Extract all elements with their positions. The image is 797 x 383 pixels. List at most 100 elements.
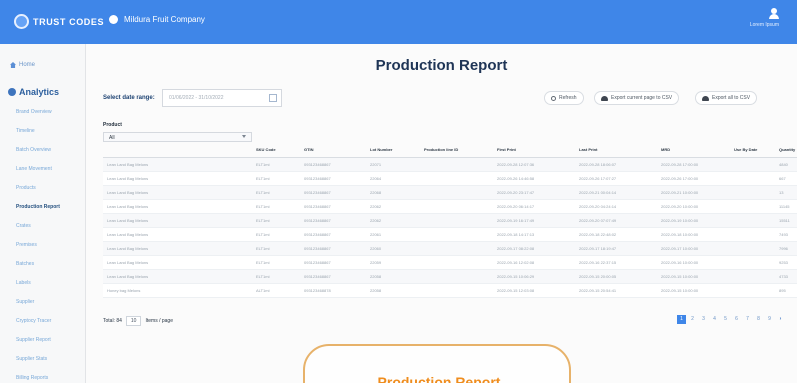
table-column-header[interactable]: Production line ID bbox=[420, 143, 493, 158]
table-cell bbox=[730, 227, 775, 242]
export-current-page-button[interactable]: Export current page to CSV bbox=[594, 91, 680, 105]
table-cell: ELT1mi bbox=[252, 157, 300, 172]
page-button[interactable]: 8 bbox=[754, 315, 763, 324]
sidebar-item[interactable]: Batches bbox=[16, 261, 84, 280]
table-row[interactable]: Honey bag Melons ALT1mi 093123468878 22058 2… bbox=[103, 283, 797, 298]
user-icon bbox=[769, 8, 779, 19]
table-cell: 093123468867 bbox=[300, 227, 366, 242]
sidebar-item[interactable]: Cryptocy Tracer bbox=[16, 318, 84, 337]
sidebar-item[interactable]: Timeline bbox=[16, 128, 84, 147]
sidebar-item[interactable]: Brand Overview bbox=[16, 109, 84, 128]
page-button[interactable]: 1 bbox=[677, 315, 686, 324]
items-per-page-select[interactable]: 10 bbox=[125, 316, 142, 326]
table-cell: 2022-09-20 06:14:17 bbox=[493, 199, 575, 214]
sidebar-item[interactable]: Supplier Report bbox=[16, 337, 84, 356]
table-column-header[interactable]: Quantity bbox=[775, 143, 797, 158]
sidebar-item[interactable]: Supplier bbox=[16, 299, 84, 318]
sidebar-item[interactable]: Billing Reports bbox=[16, 375, 84, 383]
page-button[interactable]: 5 bbox=[721, 315, 730, 324]
sidebar-item[interactable]: Products bbox=[16, 185, 84, 204]
sidebar-item[interactable]: Lane Movement bbox=[16, 166, 84, 185]
table-cell: 093123468878 bbox=[300, 283, 366, 298]
table-cell: ELT1mi bbox=[252, 255, 300, 270]
analytics-icon bbox=[8, 88, 16, 96]
export-all-label: Export all to CSV bbox=[712, 95, 751, 101]
sidebar-item[interactable]: Production Report bbox=[16, 204, 84, 223]
feature-callout: Production Report bbox=[303, 344, 571, 383]
table-cell: 2022-09-26 17:07:27 bbox=[575, 171, 657, 186]
page-button[interactable]: 2 bbox=[688, 315, 697, 324]
sidebar-analytics-toggle[interactable]: Analytics bbox=[8, 87, 59, 97]
table-column-header[interactable]: GTIN bbox=[300, 143, 366, 158]
sidebar-item[interactable]: Crates bbox=[16, 223, 84, 242]
product-filter-select[interactable]: All bbox=[103, 132, 252, 142]
table-row[interactable]: Lean Land Bag Melons ELT1mi 093123468867 22… bbox=[103, 185, 797, 200]
table-cell: 2022-09-20 10:00:00 bbox=[657, 199, 730, 214]
export-current-page-label: Export current page to CSV bbox=[611, 95, 673, 101]
table-cell bbox=[730, 185, 775, 200]
table-cell: ALT1mi bbox=[252, 283, 300, 298]
sidebar-item[interactable]: Labels bbox=[16, 280, 84, 299]
table-row[interactable]: Lean Land Bag Melons ELT1mi 093123468867 22… bbox=[103, 157, 797, 172]
sidebar-home-link[interactable]: Home bbox=[10, 62, 35, 68]
table-row[interactable]: Lean Land Bag Melons ELT1mi 093123468867 22… bbox=[103, 213, 797, 228]
table-row[interactable]: Lean Land Bag Melons ELT1mi 093123468867 22… bbox=[103, 199, 797, 214]
table-body: Lean Land Bag Melons ELT1mi 093123468867 22… bbox=[103, 157, 797, 298]
user-menu[interactable]: Lorem Ipsum bbox=[750, 8, 779, 28]
page-button[interactable]: 6 bbox=[732, 315, 741, 324]
table-cell: 4733 bbox=[775, 269, 797, 284]
table-cell: Lean Land Bag Melons bbox=[103, 227, 252, 242]
table-column-header[interactable]: SKU Code bbox=[252, 143, 300, 158]
table-cell: 2022-09-15 10:00:00 bbox=[657, 269, 730, 284]
table-cell: 22058 bbox=[366, 283, 420, 298]
pagination: 1 2 3 4 5 6 7 8 9 › bbox=[677, 315, 785, 324]
table-column-header[interactable]: Last Print bbox=[575, 143, 657, 158]
table-column-header[interactable]: Use By Date bbox=[730, 143, 775, 158]
page-button[interactable]: 7 bbox=[743, 315, 752, 324]
table-cell: ELT1mi bbox=[252, 199, 300, 214]
company-location-icon bbox=[109, 15, 118, 24]
table-cell: 22071 bbox=[366, 157, 420, 172]
page-button[interactable]: 4 bbox=[710, 315, 719, 324]
date-range-input[interactable]: 01/06/2022 - 31/10/2022 bbox=[162, 89, 282, 107]
table-row[interactable]: Lean Land Bag Melons ELT1mi 093123468867 22… bbox=[103, 241, 797, 256]
table-row[interactable]: Lean Land Bag Melons ELT1mi 093123468867 22… bbox=[103, 227, 797, 242]
table-cell: 2022-09-17 08:22:08 bbox=[493, 241, 575, 256]
table-column-header[interactable]: Lot Number bbox=[366, 143, 420, 158]
table-row[interactable]: Lean Land Bag Melons ELT1mi 093123468867 22… bbox=[103, 255, 797, 270]
sidebar-item[interactable]: Batch Overview bbox=[16, 147, 84, 166]
items-per-page-value: 10 bbox=[130, 318, 137, 324]
table-row[interactable]: Lean Land Bag Melons ELT1mi 093123468867 22… bbox=[103, 269, 797, 284]
export-all-button[interactable]: Export all to CSV bbox=[695, 91, 758, 105]
table-cell bbox=[420, 185, 493, 200]
table-cell: 13 bbox=[775, 185, 797, 200]
page-button[interactable]: 3 bbox=[699, 315, 708, 324]
table-cell bbox=[420, 283, 493, 298]
brand[interactable]: TRUST CODES bbox=[14, 14, 104, 29]
brand-logo-icon bbox=[14, 14, 29, 29]
table-cell bbox=[420, 157, 493, 172]
next-page-icon[interactable]: › bbox=[776, 315, 785, 324]
table-cell: 2022-09-18 14:17:13 bbox=[493, 227, 575, 242]
table-cell: 2022-09-16 12:02:08 bbox=[493, 255, 575, 270]
refresh-button[interactable]: Refresh bbox=[544, 91, 584, 105]
table-cell: 093123468867 bbox=[300, 241, 366, 256]
table-cell: 2022-09-28 17:00:00 bbox=[657, 157, 730, 172]
sidebar: Home Analytics Brand Overview Timeline Bat… bbox=[0, 44, 86, 383]
table-cell: 2022-09-19 16:17:49 bbox=[493, 213, 575, 228]
page-button[interactable]: 9 bbox=[765, 315, 774, 324]
table-cell: 22062 bbox=[366, 199, 420, 214]
sidebar-home-label: Home bbox=[19, 62, 36, 68]
sidebar-item[interactable]: Premises bbox=[16, 242, 84, 261]
chevron-down-icon bbox=[242, 135, 246, 138]
table-cell: 22061 bbox=[366, 227, 420, 242]
table-cell: 22062 bbox=[366, 213, 420, 228]
table-row[interactable]: Lean Land Bag Melons ELT1mi 093123468867 22… bbox=[103, 171, 797, 186]
table-cell: 22068 bbox=[366, 185, 420, 200]
table-column-header[interactable]: MRD bbox=[657, 143, 730, 158]
table-cell: 2022-09-20 07:07:49 bbox=[575, 213, 657, 228]
sidebar-item[interactable]: Supplier Stats bbox=[16, 356, 84, 375]
table-column-header[interactable] bbox=[103, 143, 252, 158]
company-selector[interactable]: Mildura Fruit Company bbox=[109, 15, 205, 24]
table-column-header[interactable]: First Print bbox=[493, 143, 575, 158]
